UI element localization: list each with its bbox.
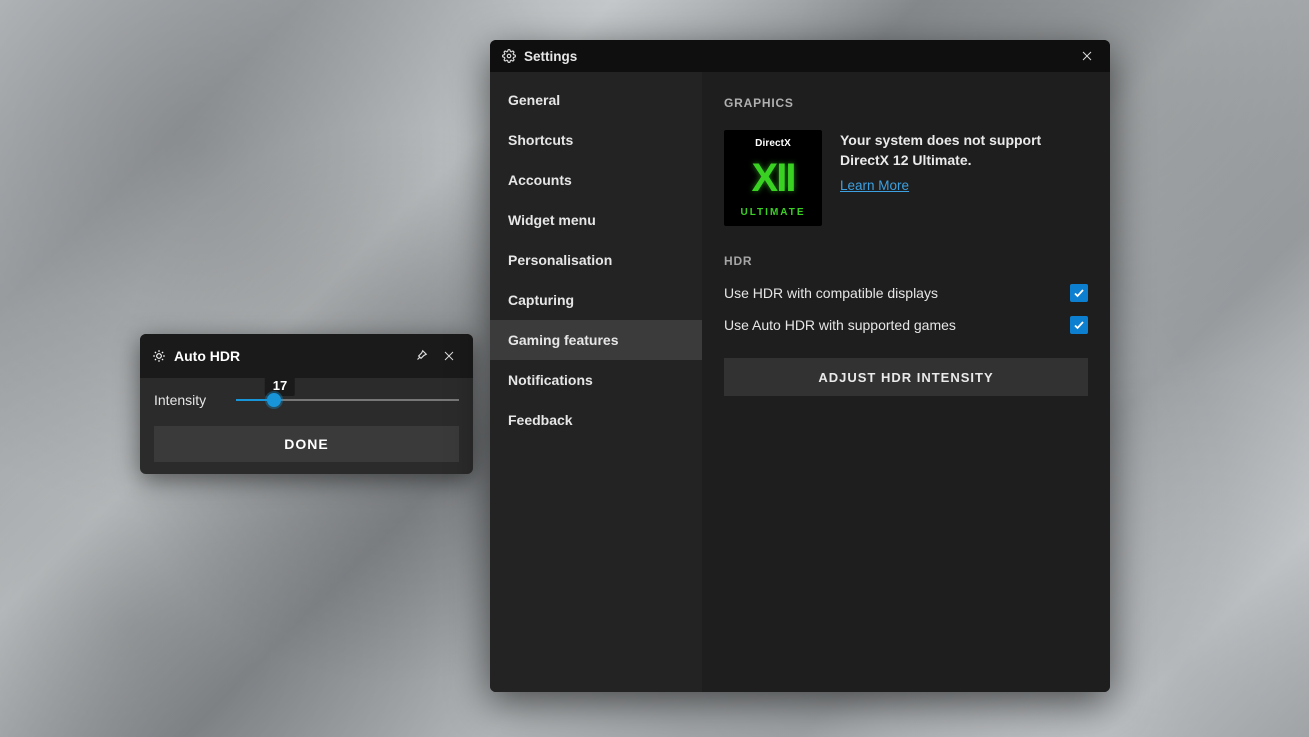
- sidebar-item-shortcuts[interactable]: Shortcuts: [490, 120, 702, 160]
- auto-hdr-panel: Auto HDR 17 Intensity DONE: [140, 334, 473, 474]
- auto-hdr-body: Intensity DONE: [140, 378, 473, 474]
- hdr-option-label: Use Auto HDR with supported games: [724, 317, 956, 333]
- learn-more-link[interactable]: Learn More: [840, 178, 909, 193]
- sidebar-item-personalisation[interactable]: Personalisation: [490, 240, 702, 280]
- hdr-heading: HDR: [724, 254, 1088, 268]
- sidebar-item-capturing[interactable]: Capturing: [490, 280, 702, 320]
- intensity-slider[interactable]: [236, 392, 459, 408]
- settings-window: Settings GeneralShortcutsAccountsWidget …: [490, 40, 1110, 692]
- close-icon[interactable]: [435, 342, 463, 370]
- hdr-option-label: Use HDR with compatible displays: [724, 285, 938, 301]
- directx-badge-top: DirectX: [755, 138, 791, 149]
- sidebar-item-widget-menu[interactable]: Widget menu: [490, 200, 702, 240]
- hdr-option-row: Use Auto HDR with supported games: [724, 316, 1088, 334]
- auto-hdr-title: Auto HDR: [174, 348, 240, 364]
- directx-message: Your system does not support DirectX 12 …: [840, 130, 1088, 171]
- pin-icon[interactable]: [407, 342, 435, 370]
- auto-hdr-header: Auto HDR 17: [140, 334, 473, 378]
- intensity-label: Intensity: [154, 392, 218, 408]
- done-button[interactable]: DONE: [154, 426, 459, 462]
- sidebar-item-gaming-features[interactable]: Gaming features: [490, 320, 702, 360]
- graphics-heading: GRAPHICS: [724, 96, 1088, 110]
- checkbox[interactable]: [1070, 316, 1088, 334]
- hdr-option-row: Use HDR with compatible displays: [724, 284, 1088, 302]
- sidebar-item-accounts[interactable]: Accounts: [490, 160, 702, 200]
- settings-title: Settings: [524, 49, 577, 64]
- directx-row: DirectX XII ULTIMATE Your system does no…: [724, 130, 1088, 226]
- directx-badge-bottom: ULTIMATE: [740, 207, 805, 218]
- sidebar-item-notifications[interactable]: Notifications: [490, 360, 702, 400]
- sidebar-item-general[interactable]: General: [490, 80, 702, 120]
- settings-sidebar: GeneralShortcutsAccountsWidget menuPerso…: [490, 72, 702, 692]
- adjust-hdr-intensity-button[interactable]: ADJUST HDR INTENSITY: [724, 358, 1088, 396]
- checkbox[interactable]: [1070, 284, 1088, 302]
- gear-icon: [502, 49, 516, 63]
- brightness-icon: [152, 349, 166, 363]
- directx-badge: DirectX XII ULTIMATE: [724, 130, 822, 226]
- close-icon[interactable]: [1072, 41, 1102, 71]
- settings-titlebar: Settings: [490, 40, 1110, 72]
- settings-content: GRAPHICS DirectX XII ULTIMATE Your syste…: [702, 72, 1110, 692]
- directx-badge-middle: XII: [752, 158, 795, 198]
- sidebar-item-feedback[interactable]: Feedback: [490, 400, 702, 440]
